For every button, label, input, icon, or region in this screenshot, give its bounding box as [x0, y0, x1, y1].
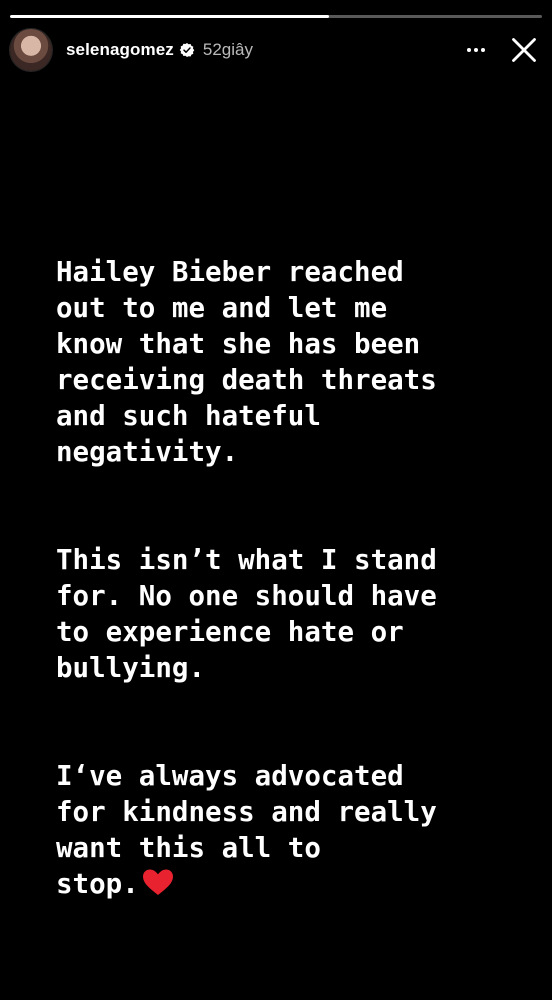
- red-heart-icon: [141, 867, 175, 897]
- story-text: Hailey Bieber reached out to me and let …: [56, 218, 526, 974]
- story-paragraph-3-text: I‘ve always advocated for kindness and r…: [56, 760, 437, 900]
- more-options-button[interactable]: [458, 32, 494, 68]
- more-horizontal-icon: [467, 48, 485, 52]
- story-header: selenagomez 52giây: [10, 28, 542, 72]
- story-timestamp: 52giây: [202, 40, 253, 59]
- story-paragraph-2: This isn’t what I stand for. No one shou…: [56, 544, 437, 684]
- story-progress-fill: [10, 15, 330, 18]
- avatar[interactable]: [10, 29, 52, 71]
- close-icon: [512, 38, 536, 62]
- story-progress-bar: [10, 15, 542, 18]
- close-button[interactable]: [506, 32, 542, 68]
- story-paragraph-1: Hailey Bieber reached out to me and let …: [56, 256, 437, 468]
- story-paragraph-3: I‘ve always advocated for kindness and r…: [56, 758, 526, 902]
- username[interactable]: selenagomez: [66, 40, 174, 60]
- verified-badge-icon: [179, 42, 195, 58]
- story-view[interactable]: selenagomez 52giây Hailey Bieber reached…: [0, 0, 552, 1000]
